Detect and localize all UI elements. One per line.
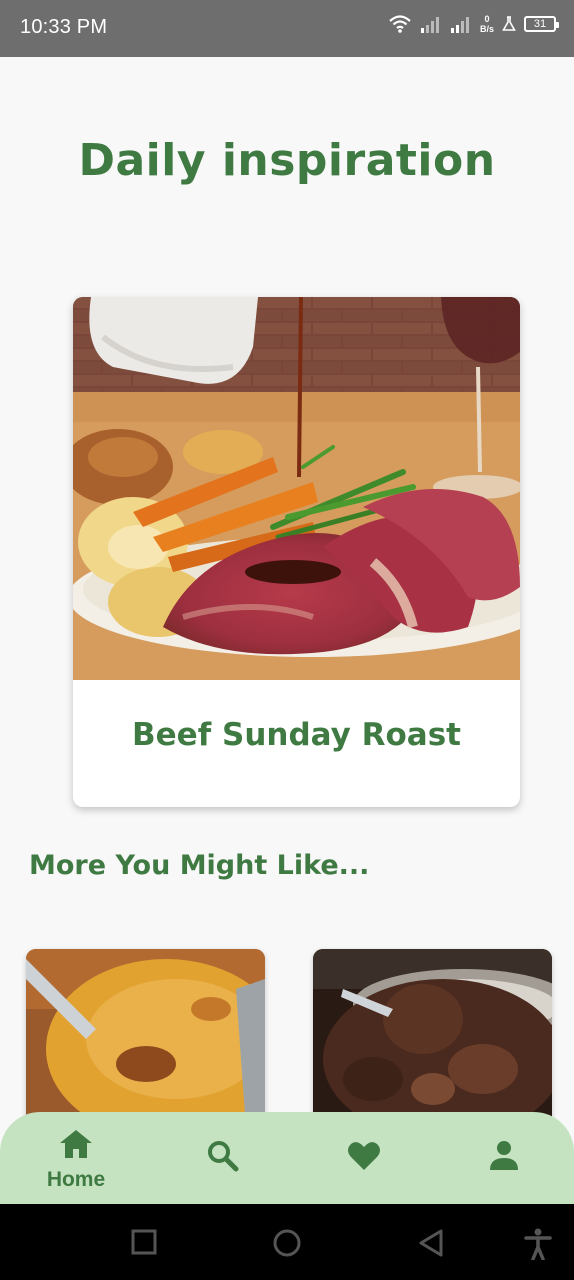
page-title: Daily inspiration xyxy=(78,135,496,186)
circle-icon[interactable] xyxy=(272,1228,302,1262)
search-icon xyxy=(207,1140,239,1176)
featured-recipe-title: Beef Sunday Roast xyxy=(132,717,461,753)
net-speed-value: 0 xyxy=(484,14,490,24)
featured-recipe-card[interactable]: Beef Sunday Roast xyxy=(73,297,520,807)
battery-level: 31 xyxy=(533,18,547,30)
nav-home-label: Home xyxy=(46,1168,106,1191)
bottom-navigation: Home xyxy=(0,1112,574,1204)
home-icon xyxy=(59,1128,93,1164)
nav-profile[interactable] xyxy=(444,1112,564,1204)
accessibility-icon[interactable] xyxy=(524,1228,552,1264)
square-icon[interactable] xyxy=(130,1228,158,1260)
featured-recipe-image xyxy=(73,297,520,680)
heart-icon xyxy=(347,1140,381,1176)
net-speed: 0 B/s xyxy=(480,14,494,34)
person-icon xyxy=(489,1140,519,1176)
recipe-tile[interactable] xyxy=(26,949,265,1129)
lab-icon xyxy=(502,16,516,32)
section-heading: More You Might Like... xyxy=(29,850,370,881)
status-bar: 10:33 PM 0 B/s 31 xyxy=(0,0,574,57)
signal-icon xyxy=(420,14,442,34)
recipe-image-stew xyxy=(313,949,552,1129)
recipe-tile[interactable] xyxy=(313,949,552,1129)
wifi-icon xyxy=(388,14,412,34)
back-triangle-icon[interactable] xyxy=(417,1228,445,1262)
recipe-image-baked xyxy=(26,949,265,1129)
nav-favorites[interactable] xyxy=(304,1112,424,1204)
status-time: 10:33 PM xyxy=(20,16,108,38)
battery-icon: 31 xyxy=(524,16,559,32)
nav-search[interactable] xyxy=(163,1112,283,1204)
system-navigation-bar xyxy=(0,1204,574,1280)
status-icons: 0 B/s 31 xyxy=(388,14,559,34)
signal-icon xyxy=(450,14,472,34)
net-speed-unit: B/s xyxy=(479,24,494,34)
nav-home[interactable]: Home xyxy=(16,1112,136,1204)
